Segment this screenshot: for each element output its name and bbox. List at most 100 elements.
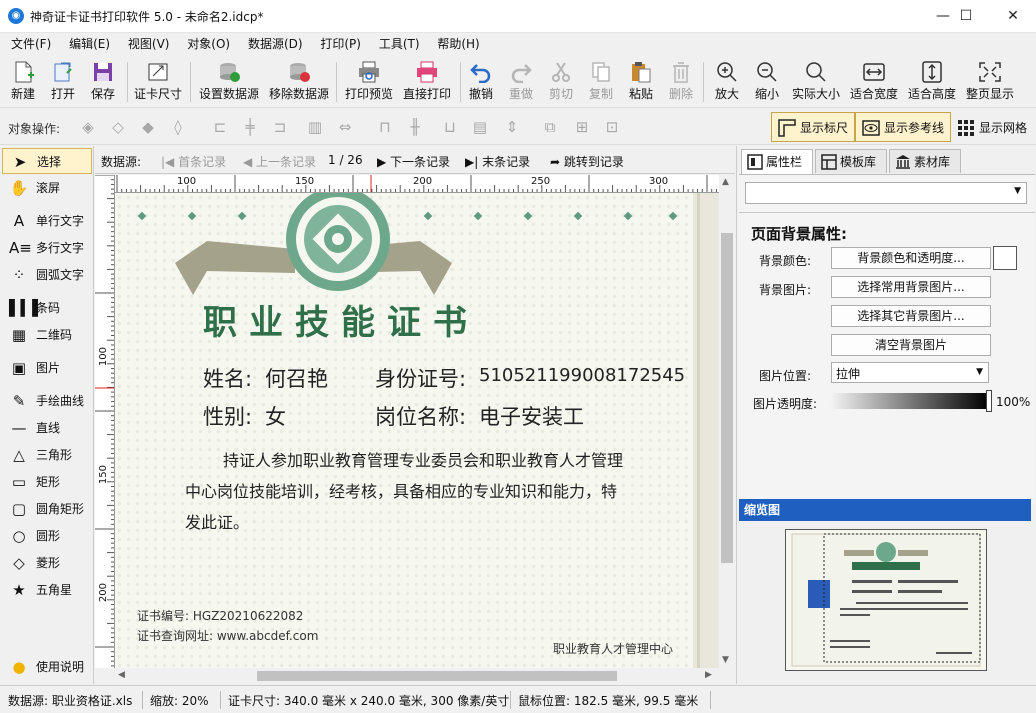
certificate-card[interactable]: 职业技能证书 姓名: 何召艳 身份证号: 510521199008172545 … <box>115 193 718 668</box>
horizontal-scroll-thumb[interactable] <box>257 671 617 681</box>
thumbnail-preview[interactable] <box>785 529 987 671</box>
menu-file[interactable]: 文件(F) <box>4 33 58 55</box>
tool-select[interactable]: ➤ 选择 <box>2 148 92 174</box>
job-label[interactable]: 岗位名称: <box>375 401 466 431</box>
tool-single-line-text[interactable]: A 单行文字 <box>2 208 92 234</box>
scroll-down-icon[interactable]: ▼ <box>722 655 729 665</box>
gender-label[interactable]: 性别: <box>203 401 252 431</box>
prev-record-button[interactable]: ◀ 上一条记录 <box>243 153 316 170</box>
select-other-bg-button[interactable]: 选择其它背景图片... <box>831 305 991 327</box>
image-position-select[interactable]: 拉伸 ▼ <box>831 362 989 383</box>
new-button[interactable]: 新建 <box>6 58 40 106</box>
body-text-line2[interactable]: 中心岗位技能培训，经考核，具备相应的专业知识和能力，特 <box>185 478 617 502</box>
show-grid-toggle[interactable]: 显示网格 <box>950 112 1034 142</box>
tab-properties[interactable]: 属性栏 <box>741 149 813 174</box>
menu-print[interactable]: 打印(P) <box>313 33 368 55</box>
align-bottom-icon[interactable]: ⊔ <box>440 118 460 136</box>
show-guides-toggle[interactable]: 显示参考线 <box>855 112 952 142</box>
bring-to-front-icon[interactable]: ◈ <box>78 118 98 136</box>
lock-icon[interactable]: ⊡ <box>602 118 622 136</box>
direct-print-button[interactable]: 直接打印 <box>400 58 454 106</box>
align-left-icon[interactable]: ⊏ <box>210 118 230 136</box>
fit-width-button[interactable]: 适合宽度 <box>848 58 900 106</box>
tool-circle[interactable]: ○ 圆形 <box>2 523 92 549</box>
design-canvas[interactable]: 职业技能证书 姓名: 何召艳 身份证号: 510521199008172545 … <box>115 193 719 668</box>
tool-scroll[interactable]: ✋ 滚屏 <box>2 175 92 201</box>
vertical-scroll-thumb[interactable] <box>721 233 733 563</box>
maximize-button[interactable]: ☐ <box>943 0 989 32</box>
cut-button[interactable]: 剪切 <box>545 58 577 106</box>
zoom-out-button[interactable]: 缩小 <box>750 58 784 106</box>
undo-button[interactable]: 撤销 <box>465 58 497 106</box>
menu-help[interactable]: 帮助(H) <box>430 33 486 55</box>
name-label[interactable]: 姓名: <box>203 363 252 393</box>
issuer-name[interactable]: 职业教育人才管理中心 <box>553 640 673 657</box>
tool-image[interactable]: ▣ 图片 <box>2 355 92 381</box>
tool-triangle[interactable]: △ 三角形 <box>2 442 92 468</box>
tool-help[interactable]: ● 使用说明 <box>2 654 92 680</box>
scroll-right-icon[interactable]: ▶ <box>705 670 712 680</box>
menu-tools[interactable]: 工具(T) <box>372 33 427 55</box>
fit-page-button[interactable]: 整页显示 <box>963 58 1017 106</box>
tool-rectangle[interactable]: ▭ 矩形 <box>2 469 92 495</box>
same-height-icon[interactable]: ⇕ <box>502 118 522 136</box>
certificate-title[interactable]: 职业技能证书 <box>203 295 479 344</box>
cert-number[interactable]: 证书编号: HGZ20210622082 <box>137 607 303 624</box>
delete-button[interactable]: 删除 <box>665 58 697 106</box>
bring-forward-icon[interactable]: ◇ <box>108 118 128 136</box>
group-icon[interactable]: ⧉ <box>540 118 560 136</box>
scroll-up-icon[interactable]: ▲ <box>722 177 729 187</box>
first-record-button[interactable]: |◀ 首条记录 <box>161 153 226 170</box>
menu-datasource[interactable]: 数据源(D) <box>241 33 310 55</box>
horizontal-ruler[interactable]: 100 150 200 250 300 <box>115 175 719 193</box>
id-label[interactable]: 身份证号: <box>375 363 466 393</box>
send-to-back-icon[interactable]: ◊ <box>168 118 188 136</box>
card-size-button[interactable]: 证卡尺寸 <box>132 58 184 106</box>
align-middle-icon[interactable]: ╫ <box>405 118 425 136</box>
tab-materials[interactable]: 素材库 <box>889 149 961 173</box>
gender-value[interactable]: 女 <box>265 401 286 431</box>
print-preview-button[interactable]: 打印预览 <box>342 58 396 106</box>
distribute-vertical-icon[interactable]: ▤ <box>470 118 490 136</box>
id-value[interactable]: 510521199008172545 <box>479 365 685 386</box>
zoom-in-button[interactable]: 放大 <box>710 58 744 106</box>
save-button[interactable]: 保存 <box>86 58 120 106</box>
tool-barcode[interactable]: ▌▍▌ 条码 <box>2 295 92 321</box>
ungroup-icon[interactable]: ⊞ <box>572 118 592 136</box>
tool-freehand[interactable]: ✎ 手绘曲线 <box>2 388 92 414</box>
set-datasource-button[interactable]: 设置数据源 <box>196 58 262 106</box>
align-right-icon[interactable]: ⊐ <box>270 118 290 136</box>
opacity-slider-handle[interactable] <box>986 390 992 412</box>
name-value[interactable]: 何召艳 <box>265 363 328 393</box>
tool-line[interactable]: — 直线 <box>2 415 92 441</box>
tool-qrcode[interactable]: ▦ 二维码 <box>2 322 92 348</box>
tool-diamond[interactable]: ◇ 菱形 <box>2 550 92 576</box>
select-common-bg-button[interactable]: 选择常用背景图片... <box>831 276 991 298</box>
tool-multi-line-text[interactable]: A≡ 多行文字 <box>2 235 92 261</box>
align-top-icon[interactable]: ⊓ <box>375 118 395 136</box>
tab-templates[interactable]: 模板库 <box>815 149 887 173</box>
menu-object[interactable]: 对象(O) <box>180 33 237 55</box>
bg-color-swatch[interactable] <box>993 246 1017 270</box>
fit-height-button[interactable]: 适合高度 <box>906 58 958 106</box>
remove-datasource-button[interactable]: 移除数据源 <box>266 58 332 106</box>
send-backward-icon[interactable]: ◆ <box>138 118 158 136</box>
horizontal-scrollbar[interactable]: ◀ ▶ <box>115 668 719 684</box>
last-record-button[interactable]: ▶| 末条记录 <box>465 153 530 170</box>
redo-button[interactable]: 重做 <box>505 58 537 106</box>
align-center-icon[interactable]: ╪ <box>240 118 260 136</box>
tool-rounded-rectangle[interactable]: ▢ 圆角矩形 <box>2 496 92 522</box>
tool-arc-text[interactable]: ⁘ 圆弧文字 <box>2 262 92 288</box>
bg-color-button[interactable]: 背景颜色和透明度... <box>831 247 991 269</box>
next-record-button[interactable]: ▶ 下一条记录 <box>377 153 450 170</box>
open-button[interactable]: 打开 <box>46 58 80 106</box>
scroll-left-icon[interactable]: ◀ <box>118 670 125 680</box>
menu-edit[interactable]: 编辑(E) <box>62 33 117 55</box>
close-button[interactable]: ✕ <box>990 0 1036 32</box>
tool-star[interactable]: ★ 五角星 <box>2 577 92 603</box>
body-text-line3[interactable]: 发此证。 <box>185 509 249 533</box>
jump-record-button[interactable]: ➦ 跳转到记录 <box>550 153 624 170</box>
vertical-scrollbar[interactable]: ▲ ▼ <box>719 175 735 668</box>
body-text-line1[interactable]: 持证人参加职业教育管理专业委员会和职业教育人才管理 <box>223 447 623 471</box>
same-width-icon[interactable]: ⇔ <box>335 118 355 136</box>
